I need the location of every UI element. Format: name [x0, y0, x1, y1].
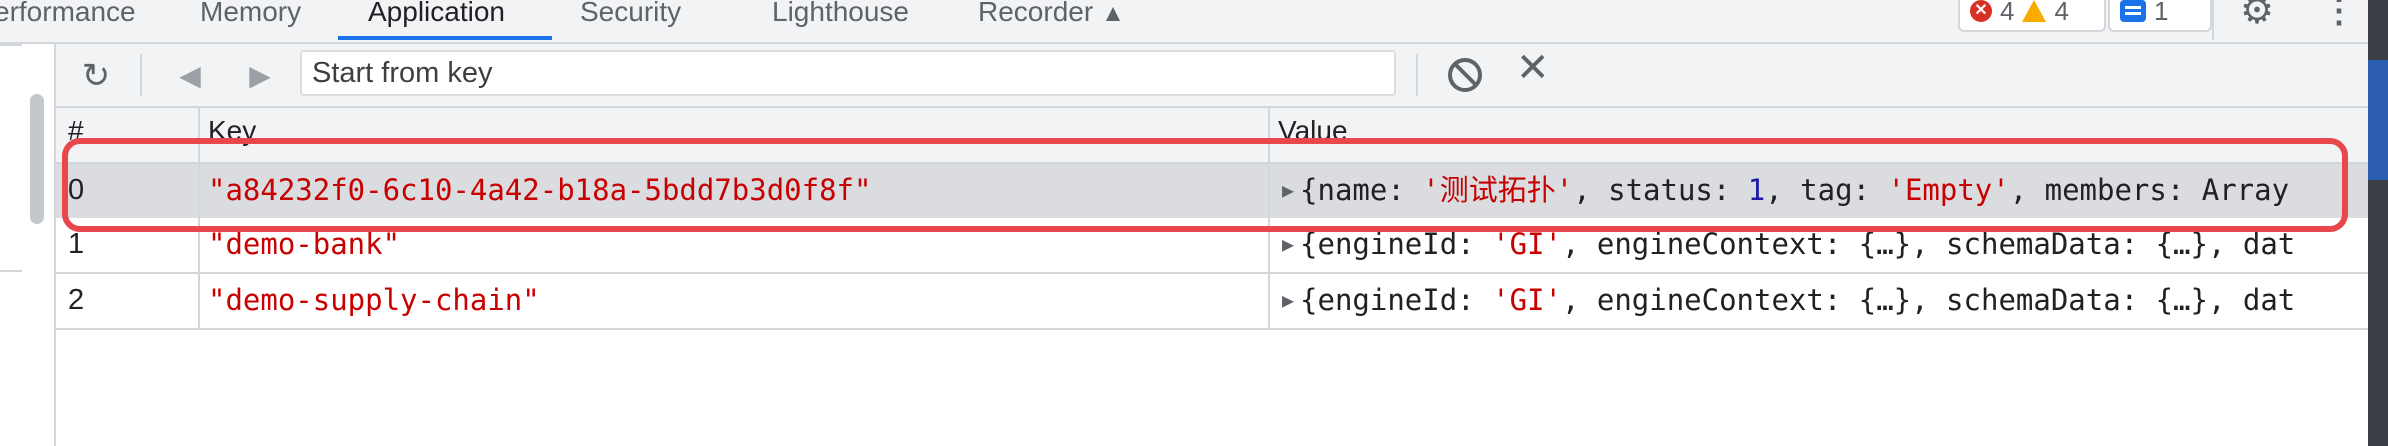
devtools-tab-bar: erformance Memory Application Security L…: [0, 0, 2368, 44]
settings-icon[interactable]: ⚙: [2240, 0, 2274, 30]
tab-application[interactable]: Application: [368, 0, 505, 40]
value-rest: , engineContext: {…}, schemaData: {…}, d…: [1561, 283, 2296, 317]
sidebar-scrollbar[interactable]: [30, 94, 44, 224]
toolbar-divider: [140, 54, 142, 96]
message-icon: [2120, 0, 2146, 22]
error-icon: ✕: [1970, 0, 1992, 22]
window-edge: [2368, 0, 2388, 446]
expand-arrow-icon[interactable]: ▶: [1282, 288, 1294, 312]
start-from-key-input[interactable]: [300, 50, 1396, 96]
reload-icon[interactable]: ↻: [76, 56, 116, 96]
tab-performance[interactable]: erformance: [0, 0, 136, 40]
value-engine-id: 'GI': [1492, 227, 1562, 261]
tab-recorder[interactable]: Recorder ▲: [978, 0, 1125, 40]
table-row[interactable]: 2 "demo-supply-chain" ▶ {engineId: 'GI', …: [56, 274, 2368, 328]
value-engine-id: 'GI': [1492, 283, 1562, 317]
prev-icon[interactable]: ◀: [172, 56, 208, 96]
toolbar-divider: [1416, 54, 1418, 96]
warning-icon: [2022, 0, 2047, 22]
sidebar-gutter: [0, 44, 56, 446]
gutter-divider: [0, 270, 22, 272]
tab-recorder-label: Recorder: [978, 0, 1094, 27]
warning-count: 4: [2054, 0, 2069, 26]
clear-icon[interactable]: [1448, 58, 1482, 92]
tab-lighthouse[interactable]: Lighthouse: [772, 0, 909, 40]
row-divider: [56, 328, 2368, 330]
error-count: 4: [2000, 0, 2015, 26]
message-count: 1: [2154, 0, 2169, 26]
row-index: 2: [68, 284, 85, 316]
highlight-annotation: [62, 138, 2348, 232]
experiment-icon: ▲: [1101, 0, 1125, 27]
close-icon[interactable]: ✕: [1516, 48, 1550, 88]
message-counter[interactable]: 1: [2108, 0, 2212, 32]
active-tab-indicator: [338, 36, 552, 40]
more-icon[interactable]: ⋮: [2322, 0, 2356, 28]
tab-memory[interactable]: Memory: [200, 0, 301, 40]
tabbar-divider: [2212, 0, 2214, 40]
value-rest: , engineContext: {…}, schemaData: {…}, d…: [1561, 227, 2296, 261]
issue-counter[interactable]: ✕ 4 4: [1958, 0, 2106, 32]
gutter-divider: [0, 44, 22, 46]
next-icon[interactable]: ▶: [242, 56, 278, 96]
expand-arrow-icon[interactable]: ▶: [1282, 232, 1294, 256]
row-value: ▶ {engineId: 'GI', engineContext: {…}, sc…: [1282, 283, 2296, 317]
row-key: "demo-supply-chain": [208, 283, 540, 317]
tab-security[interactable]: Security: [580, 0, 681, 40]
